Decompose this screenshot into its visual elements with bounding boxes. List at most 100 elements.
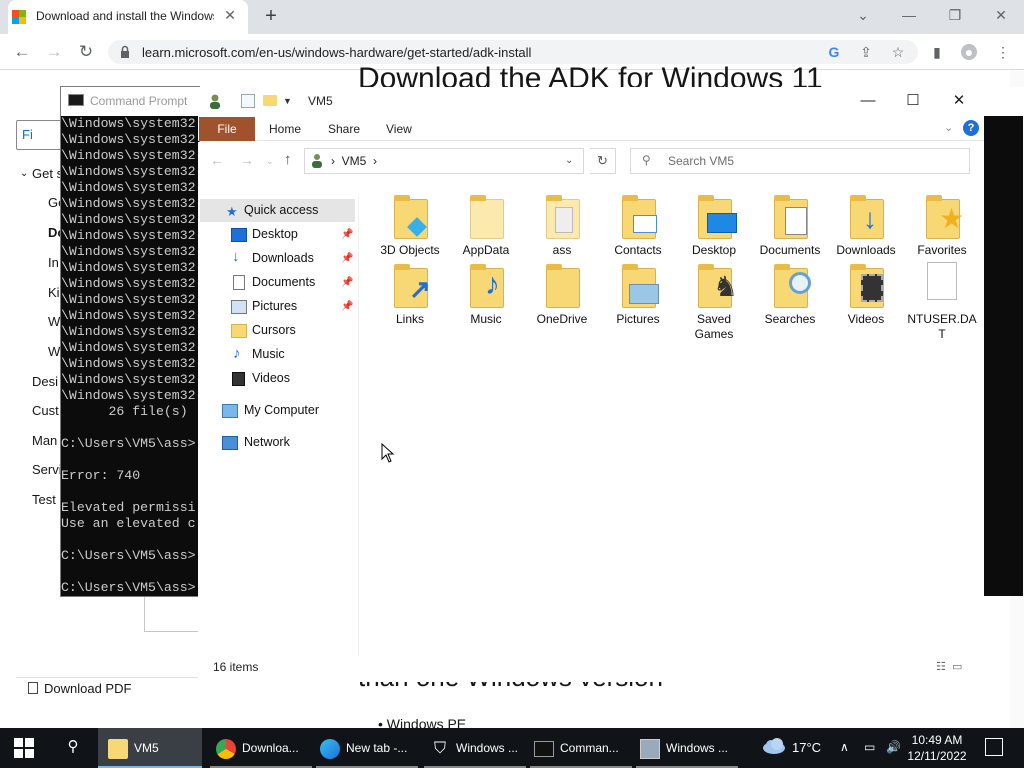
side-nav-item[interactable]: Ki (48, 285, 60, 300)
side-nav-item[interactable]: In (48, 255, 59, 270)
file-item[interactable]: Videos (829, 264, 903, 328)
side-nav-item[interactable]: Test (32, 492, 56, 507)
new-folder-icon[interactable] (263, 95, 277, 106)
nav-network[interactable]: Network (244, 435, 290, 455)
nav-desktop[interactable]: Desktop (252, 227, 298, 247)
pin-icon[interactable]: 📌 (341, 253, 353, 264)
back-arrow-icon[interactable]: ← (210, 152, 224, 168)
nav-downloads[interactable]: Downloads (252, 251, 314, 271)
tab-home[interactable]: Home (269, 122, 301, 136)
download-pdf-label[interactable]: Download PDF (44, 681, 131, 696)
tab-file[interactable]: File (199, 117, 255, 141)
bookmark-star-icon[interactable]: ☆ (890, 44, 906, 60)
notification-icon[interactable] (985, 738, 1003, 756)
file-item[interactable]: NTUSER.DAT (905, 262, 979, 343)
expand-ribbon-icon[interactable]: ⌄ (944, 121, 953, 134)
pin-icon[interactable]: 📌 (341, 229, 353, 240)
taskbar-item-edge[interactable]: New tab -... (316, 728, 418, 768)
side-nav-item[interactable]: W (48, 344, 60, 359)
taskbar-item-windows[interactable]: Windows ... (636, 728, 738, 768)
file-item[interactable]: Searches (753, 264, 827, 328)
file-item[interactable]: Contacts (601, 195, 675, 259)
nav-cursors[interactable]: Cursors (252, 323, 296, 343)
file-item[interactable]: Documents (753, 195, 827, 259)
share-icon[interactable]: ⇪ (858, 44, 874, 60)
nav-documents[interactable]: Documents (252, 275, 315, 295)
file-item[interactable]: ♞ Saved Games (677, 264, 751, 343)
forward-arrow-icon[interactable]: → (44, 42, 64, 62)
volume-icon[interactable]: 🔊 (886, 740, 901, 754)
tab-view[interactable]: View (386, 122, 412, 136)
search-icon[interactable]: ⚲ (62, 737, 84, 759)
chevron-down-icon[interactable]: ⌄ (20, 168, 28, 179)
help-icon[interactable]: ? (963, 120, 979, 136)
explorer-minimize-button[interactable]: — (846, 91, 890, 111)
network-icon[interactable]: ▭ (864, 740, 875, 754)
back-arrow-icon[interactable]: ← (12, 42, 32, 62)
side-panel-icon[interactable]: ▮ (929, 44, 945, 60)
lock-icon[interactable] (120, 45, 130, 59)
taskbar-item-vm5[interactable]: VM5 (98, 728, 202, 768)
file-item[interactable]: Desktop (677, 195, 751, 259)
tab-search-icon[interactable]: ⌄ (843, 4, 883, 26)
reload-icon[interactable]: ↻ (76, 42, 96, 62)
breadcrumb[interactable]: › VM5 › (331, 154, 377, 168)
forward-arrow-icon[interactable]: → (240, 152, 254, 168)
side-nav-item[interactable]: Desi (32, 374, 58, 389)
file-item[interactable]: ass (525, 195, 599, 259)
nav-music[interactable]: Music (252, 347, 285, 367)
minimize-button[interactable]: — (889, 4, 929, 26)
console-line: \Windows\system32 (61, 228, 196, 243)
breadcrumb-item[interactable]: VM5 (342, 154, 367, 168)
pane-divider[interactable] (358, 196, 359, 656)
cloud-weather-icon[interactable] (762, 737, 786, 755)
file-item[interactable]: 3D Objects (373, 195, 447, 259)
taskbar-item-command-prompt[interactable]: Comman... (530, 728, 632, 768)
console-output[interactable]: \Windows\system32 \Windows\system32 \Windo… (61, 116, 199, 596)
file-item[interactable]: ♪ Music (449, 264, 523, 328)
clock[interactable]: 10:49 AM 12/11/2022 (906, 732, 968, 764)
nav-videos[interactable]: Videos (252, 371, 290, 391)
chevron-up-icon[interactable]: ∧ (840, 740, 849, 754)
search-placeholder[interactable]: Search VM5 (668, 154, 734, 168)
url-text[interactable]: learn.microsoft.com/en-us/windows-hardwa… (142, 45, 531, 60)
side-nav-item[interactable]: W (48, 314, 60, 329)
google-icon[interactable]: G (826, 44, 842, 60)
side-nav-item[interactable]: Cust (32, 403, 59, 418)
file-item[interactable]: ★ Favorites (905, 195, 979, 259)
view-toggle-icons[interactable]: ☷ ▭ (936, 660, 962, 673)
properties-icon[interactable] (241, 94, 255, 108)
menu-kebab-icon[interactable]: ⋮ (995, 44, 1011, 60)
pin-icon[interactable]: 📌 (341, 277, 353, 288)
pin-icon[interactable]: 📌 (341, 301, 353, 312)
nav-my-computer[interactable]: My Computer (244, 403, 319, 423)
file-item[interactable]: Pictures (601, 264, 675, 328)
file-item[interactable]: ↓ Downloads (829, 195, 903, 259)
tab-close-icon[interactable]: ✕ (222, 7, 238, 23)
start-windows-icon[interactable] (14, 738, 34, 758)
side-nav-item[interactable]: Man (32, 433, 57, 448)
restore-button[interactable]: ❐ (935, 4, 975, 26)
nav-pictures[interactable]: Pictures (252, 299, 297, 319)
file-item[interactable]: OneDrive (525, 264, 599, 328)
side-nav-item[interactable]: Get s (32, 166, 63, 181)
explorer-close-button[interactable]: ✕ (937, 91, 981, 111)
customize-qat-icon[interactable]: ▼ (283, 96, 292, 106)
explorer-maximize-button[interactable]: ☐ (891, 91, 935, 111)
nav-quick-access[interactable]: Quick access (244, 203, 318, 223)
refresh-icon[interactable]: ↻ (590, 148, 616, 174)
new-tab-button[interactable]: + (260, 5, 282, 27)
profile-avatar[interactable]: ● (961, 44, 977, 60)
file-item[interactable]: ↗ Links (373, 264, 447, 328)
recent-locations-icon[interactable]: ⌄ (266, 156, 274, 167)
weather-temperature[interactable]: 17°C (792, 740, 821, 755)
taskbar-item-chrome[interactable]: Downloa... (210, 728, 312, 768)
tab-share[interactable]: Share (328, 122, 360, 136)
side-nav-item[interactable]: Servi (32, 462, 62, 477)
close-button[interactable]: ✕ (981, 4, 1021, 26)
up-arrow-icon[interactable]: ↑ (284, 151, 292, 168)
chevron-down-icon[interactable]: ⌄ (565, 155, 573, 166)
taskbar-item-windows-security[interactable]: ⛉ Windows ... (424, 728, 526, 768)
file-item[interactable]: AppData (449, 195, 523, 259)
